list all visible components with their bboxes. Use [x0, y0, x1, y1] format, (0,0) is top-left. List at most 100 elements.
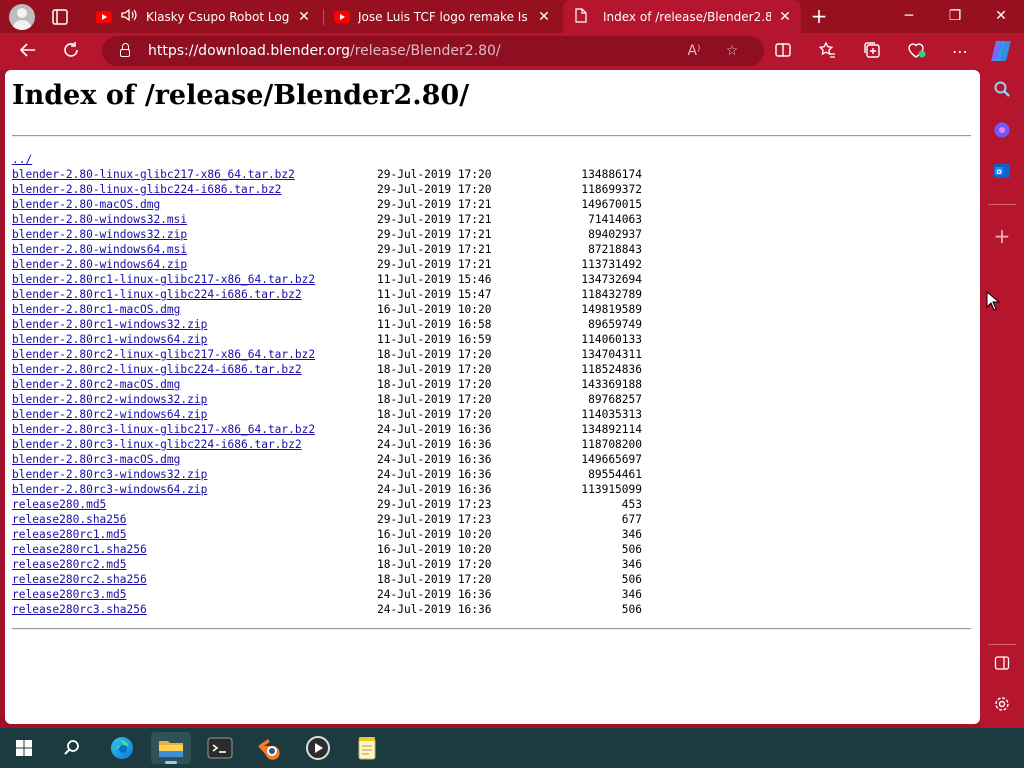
- close-tab-icon[interactable]: ✕: [296, 9, 312, 25]
- address-bar[interactable]: https://download.blender.org/release/Ble…: [102, 36, 764, 66]
- file-size: 118699372: [581, 183, 642, 196]
- file-link[interactable]: release280rc3.sha256: [12, 602, 147, 617]
- search-icon[interactable]: [991, 80, 1013, 102]
- file-link[interactable]: blender-2.80rc2-linux-glibc217-x86_64.ta…: [12, 347, 315, 362]
- file-link[interactable]: release280rc3.md5: [12, 587, 127, 602]
- page-icon: [575, 7, 589, 26]
- close-tab-icon[interactable]: ✕: [777, 9, 793, 25]
- restore-icon[interactable]: ❐: [932, 0, 978, 33]
- file-link[interactable]: blender-2.80-linux-glibc224-i686.tar.bz2: [12, 182, 281, 197]
- windows-start-icon[interactable]: [4, 732, 44, 764]
- new-tab-icon[interactable]: +: [808, 5, 830, 27]
- file-date: 18-Jul-2019 17:20: [377, 378, 492, 391]
- refresh-icon[interactable]: [60, 41, 82, 63]
- media-player-icon[interactable]: [298, 732, 338, 764]
- copilot-icon[interactable]: [988, 38, 1014, 64]
- profile-avatar-icon[interactable]: [9, 4, 35, 30]
- back-icon[interactable]: [17, 41, 39, 63]
- file-size: 506: [621, 603, 642, 616]
- file-link[interactable]: blender-2.80rc3-windows64.zip: [12, 482, 207, 497]
- file-row: blender-2.80rc3-linux-glibc217-x86_64.ta…: [12, 422, 692, 437]
- file-size: 506: [621, 543, 642, 556]
- browser-essentials-icon[interactable]: [905, 41, 927, 63]
- file-date: 18-Jul-2019 17:20: [377, 363, 492, 376]
- tab-jose-luis[interactable]: Jose Luis TCF logo remake Is Back ✕: [326, 0, 560, 33]
- youtube-icon: [96, 10, 112, 23]
- file-date: 29-Jul-2019 17:21: [377, 243, 492, 256]
- file-row: blender-2.80-macOS.dmg 29-Jul-2019 17:21 1…: [12, 197, 692, 212]
- split-screen-icon[interactable]: [772, 41, 794, 63]
- url-text[interactable]: https://download.blender.org/release/Ble…: [148, 43, 501, 59]
- file-size: 113731492: [581, 258, 642, 271]
- minimize-icon[interactable]: ─: [886, 0, 932, 33]
- file-date: 24-Jul-2019 16:36: [377, 588, 492, 601]
- terminal-icon[interactable]: [200, 732, 240, 764]
- lock-icon[interactable]: [120, 43, 130, 57]
- file-link[interactable]: blender-2.80-windows64.zip: [12, 257, 187, 272]
- file-date: 29-Jul-2019 17:21: [377, 228, 492, 241]
- file-link[interactable]: release280rc2.md5: [12, 557, 127, 572]
- add-icon[interactable]: +: [991, 225, 1013, 247]
- file-link[interactable]: release280.sha256: [12, 512, 127, 527]
- file-link[interactable]: release280rc1.md5: [12, 527, 127, 542]
- file-row: blender-2.80rc3-linux-glibc224-i686.tar.…: [12, 437, 692, 452]
- edge-icon[interactable]: [102, 732, 142, 764]
- collections-icon[interactable]: [861, 41, 883, 63]
- audio-playing-icon[interactable]: [120, 8, 138, 25]
- file-link[interactable]: release280rc2.sha256: [12, 572, 147, 587]
- file-link[interactable]: blender-2.80rc2-linux-glibc224-i686.tar.…: [12, 362, 302, 377]
- notepad-icon[interactable]: [347, 732, 387, 764]
- file-link[interactable]: blender-2.80rc1-macOS.dmg: [12, 302, 180, 317]
- file-size: 114060133: [581, 333, 642, 346]
- tab-blender-index[interactable]: Index of /release/Blender2.80/ ✕: [563, 0, 801, 33]
- file-row: release280rc3.sha256 24-Jul-2019 16:36 506: [12, 602, 692, 617]
- file-size: 143369188: [581, 378, 642, 391]
- close-tab-icon[interactable]: ✕: [536, 9, 552, 25]
- more-options-icon[interactable]: ⋯: [949, 41, 971, 63]
- outlook-icon[interactable]: o: [991, 162, 1013, 184]
- file-link[interactable]: blender-2.80rc1-linux-glibc224-i686.tar.…: [12, 287, 302, 302]
- file-link[interactable]: release280rc1.sha256: [12, 542, 147, 557]
- bottom-divider: [12, 628, 971, 630]
- file-link[interactable]: blender-2.80rc3-windows32.zip: [12, 467, 207, 482]
- tab-actions-icon[interactable]: [50, 7, 70, 27]
- tab-klasky-csupo[interactable]: Klasky Csupo Robot Logo Up ✕: [88, 0, 320, 33]
- file-link[interactable]: release280.md5: [12, 497, 106, 512]
- svg-text:o: o: [996, 167, 1002, 176]
- file-row: release280rc3.md5 24-Jul-2019 16:36 346: [12, 587, 692, 602]
- favorites-icon[interactable]: [816, 41, 838, 63]
- file-link[interactable]: blender-2.80rc2-windows64.zip: [12, 407, 207, 422]
- mouse-cursor-icon: [986, 290, 1001, 311]
- file-link[interactable]: blender-2.80rc2-macOS.dmg: [12, 377, 180, 392]
- file-link[interactable]: blender-2.80rc1-linux-glibc217-x86_64.ta…: [12, 272, 315, 287]
- file-link[interactable]: blender-2.80-macOS.dmg: [12, 197, 160, 212]
- file-row: blender-2.80-windows64.zip 29-Jul-2019 17…: [12, 257, 692, 272]
- file-date: 29-Jul-2019 17:23: [377, 513, 492, 526]
- file-link[interactable]: blender-2.80rc1-windows64.zip: [12, 332, 207, 347]
- file-link[interactable]: blender-2.80rc2-windows32.zip: [12, 392, 207, 407]
- file-explorer-icon[interactable]: [151, 732, 191, 764]
- file-link[interactable]: blender-2.80rc3-macOS.dmg: [12, 452, 180, 467]
- read-aloud-icon[interactable]: A⁾: [684, 41, 704, 61]
- file-link[interactable]: blender-2.80-windows32.zip: [12, 227, 187, 242]
- file-row: blender-2.80-windows32.msi 29-Jul-2019 17…: [12, 212, 692, 227]
- favorite-star-icon[interactable]: ☆: [722, 41, 742, 61]
- file-date: 11-Jul-2019 16:58: [377, 318, 492, 331]
- file-size: 346: [621, 528, 642, 541]
- file-link[interactable]: blender-2.80rc3-linux-glibc224-i686.tar.…: [12, 437, 302, 452]
- sidebar-panel-icon[interactable]: [991, 655, 1013, 677]
- file-link[interactable]: blender-2.80-windows64.msi: [12, 242, 187, 257]
- blender-icon[interactable]: [249, 732, 289, 764]
- file-link[interactable]: blender-2.80-windows32.msi: [12, 212, 187, 227]
- copilot-icon[interactable]: [991, 121, 1013, 143]
- file-size: 134886174: [581, 168, 642, 181]
- close-window-icon[interactable]: ✕: [978, 0, 1024, 33]
- parent-directory-link[interactable]: ../: [12, 152, 32, 167]
- page-title: Index of /release/Blender2.80/: [12, 80, 470, 111]
- file-link[interactable]: blender-2.80-linux-glibc217-x86_64.tar.b…: [12, 167, 295, 182]
- search-icon[interactable]: [52, 732, 92, 764]
- settings-icon[interactable]: [991, 695, 1013, 717]
- file-link[interactable]: blender-2.80rc3-linux-glibc217-x86_64.ta…: [12, 422, 315, 437]
- file-size: 89402937: [588, 228, 642, 241]
- file-link[interactable]: blender-2.80rc1-windows32.zip: [12, 317, 207, 332]
